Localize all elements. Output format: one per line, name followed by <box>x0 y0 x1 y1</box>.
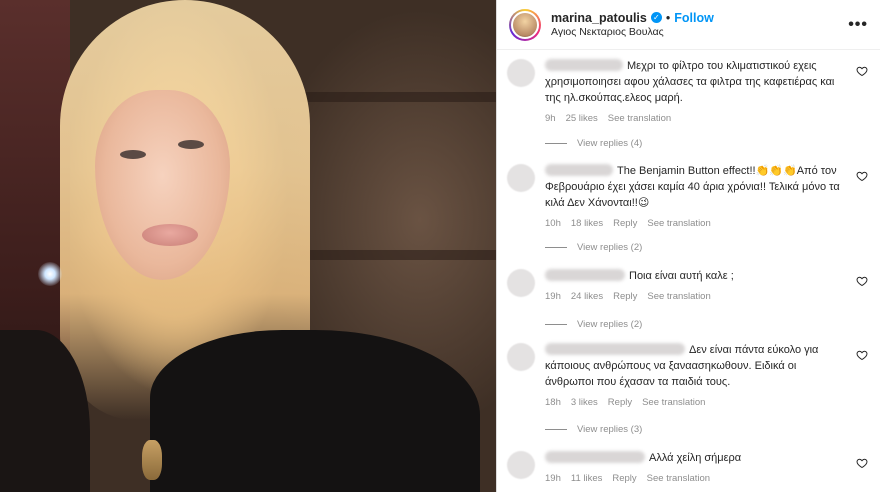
see-translation-link[interactable]: See translation <box>647 218 710 229</box>
comment-actions: 19h 11 likes Reply See translation <box>545 473 844 484</box>
comment-likes[interactable]: 3 likes <box>571 397 598 408</box>
see-translation-link[interactable]: See translation <box>608 113 671 124</box>
view-replies-button[interactable]: View replies (2) <box>545 319 642 330</box>
reply-button[interactable]: Reply <box>608 397 632 408</box>
photo-eye <box>120 150 146 159</box>
comment-likes[interactable]: 24 likes <box>571 291 603 302</box>
heart-icon[interactable] <box>856 457 868 469</box>
more-horizontal-icon[interactable]: ••• <box>848 16 868 34</box>
view-replies-label: View replies (2) <box>577 242 643 253</box>
follow-button[interactable]: Follow <box>674 10 714 26</box>
comment-likes[interactable]: 18 likes <box>571 218 603 229</box>
comment-text: Αλλά χείλη σήμερα <box>545 451 844 467</box>
author-meta: marina_patoulis ✓ • Follow Αγιος Νεκταρι… <box>551 10 848 40</box>
photo-clothing <box>150 330 480 492</box>
see-translation-link[interactable]: See translation <box>647 473 710 484</box>
commenter-avatar[interactable] <box>507 164 535 192</box>
comment-time[interactable]: 9h <box>545 113 556 124</box>
instagram-post: marina_patoulis ✓ • Follow Αγιος Νεκταρι… <box>0 0 880 492</box>
photo-background <box>300 92 496 102</box>
comment-text: Μεχρι το φίλτρο του κλιματιστικού εχεις … <box>545 59 844 107</box>
commenter-username-blurred[interactable] <box>545 59 623 71</box>
post-side-panel: marina_patoulis ✓ • Follow Αγιος Νεκταρι… <box>496 0 880 492</box>
photo-eye <box>178 140 204 149</box>
separator-dot: • <box>665 10 671 25</box>
comment-time[interactable]: 18h <box>545 397 561 408</box>
comment-likes[interactable]: 11 likes <box>571 473 603 484</box>
reply-button[interactable]: Reply <box>612 473 636 484</box>
author-avatar[interactable] <box>509 8 541 41</box>
reply-button[interactable]: Reply <box>613 291 637 302</box>
commenter-avatar[interactable] <box>507 451 535 479</box>
commenter-avatar[interactable] <box>507 59 535 87</box>
view-replies-label: View replies (3) <box>577 424 643 435</box>
commenter-avatar[interactable] <box>507 269 535 297</box>
comment-actions: 9h 25 likes See translation <box>545 113 844 124</box>
heart-icon[interactable] <box>856 349 868 361</box>
heart-icon[interactable] <box>856 170 868 182</box>
view-replies-label: View replies (4) <box>577 138 643 149</box>
view-replies-button[interactable]: View replies (3) <box>545 424 642 435</box>
commenter-username-blurred[interactable] <box>545 451 645 463</box>
view-replies-button[interactable]: View replies (4) <box>545 138 642 149</box>
commenter-avatar[interactable] <box>507 343 535 371</box>
comment-body: Αλλά χείλη σήμερα <box>649 452 742 464</box>
commenter-username-blurred[interactable] <box>545 164 613 176</box>
reply-button[interactable]: Reply <box>613 218 637 229</box>
comment-time[interactable]: 19h <box>545 291 561 302</box>
heart-icon[interactable] <box>856 275 868 287</box>
comment-actions: 19h 24 likes Reply See translation <box>545 291 844 302</box>
comment-text: Ποια είναι αυτή καλε ; <box>545 269 844 285</box>
comment-likes[interactable]: 25 likes <box>566 113 598 124</box>
photo-light-flare <box>38 262 62 286</box>
comment-text: Δεν είναι πάντα εύκολο για κάποιους ανθρ… <box>545 343 844 391</box>
author-username[interactable]: marina_patoulis <box>551 10 647 26</box>
comment-actions: 10h 18 likes Reply See translation <box>545 218 844 229</box>
photo-background <box>300 250 496 260</box>
view-replies-button[interactable]: View replies (2) <box>545 242 642 253</box>
commenter-username-blurred[interactable] <box>545 269 625 281</box>
commenter-username-blurred[interactable] <box>545 343 685 355</box>
comment-text: The Benjamin Button effect!!👏👏👏Από τον Φ… <box>545 164 844 212</box>
post-header: marina_patoulis ✓ • Follow Αγιος Νεκταρι… <box>497 0 880 50</box>
photo-lips <box>142 224 198 246</box>
post-location[interactable]: Αγιος Νεκταριος Βουλας <box>551 26 848 40</box>
comments-list[interactable]: Μεχρι το φίλτρο του κλιματιστικού εχεις … <box>497 51 880 492</box>
see-translation-link[interactable]: See translation <box>642 397 705 408</box>
comment-body: Ποια είναι αυτή καλε ; <box>629 270 734 282</box>
comment-time[interactable]: 10h <box>545 218 561 229</box>
post-photo[interactable] <box>0 0 496 492</box>
comment-actions: 18h 3 likes Reply See translation <box>545 397 844 408</box>
heart-icon[interactable] <box>856 65 868 77</box>
see-translation-link[interactable]: See translation <box>647 291 710 302</box>
photo-necklace <box>142 440 162 480</box>
verified-badge-icon: ✓ <box>650 12 662 24</box>
comment-time[interactable]: 19h <box>545 473 561 484</box>
view-replies-label: View replies (2) <box>577 319 643 330</box>
